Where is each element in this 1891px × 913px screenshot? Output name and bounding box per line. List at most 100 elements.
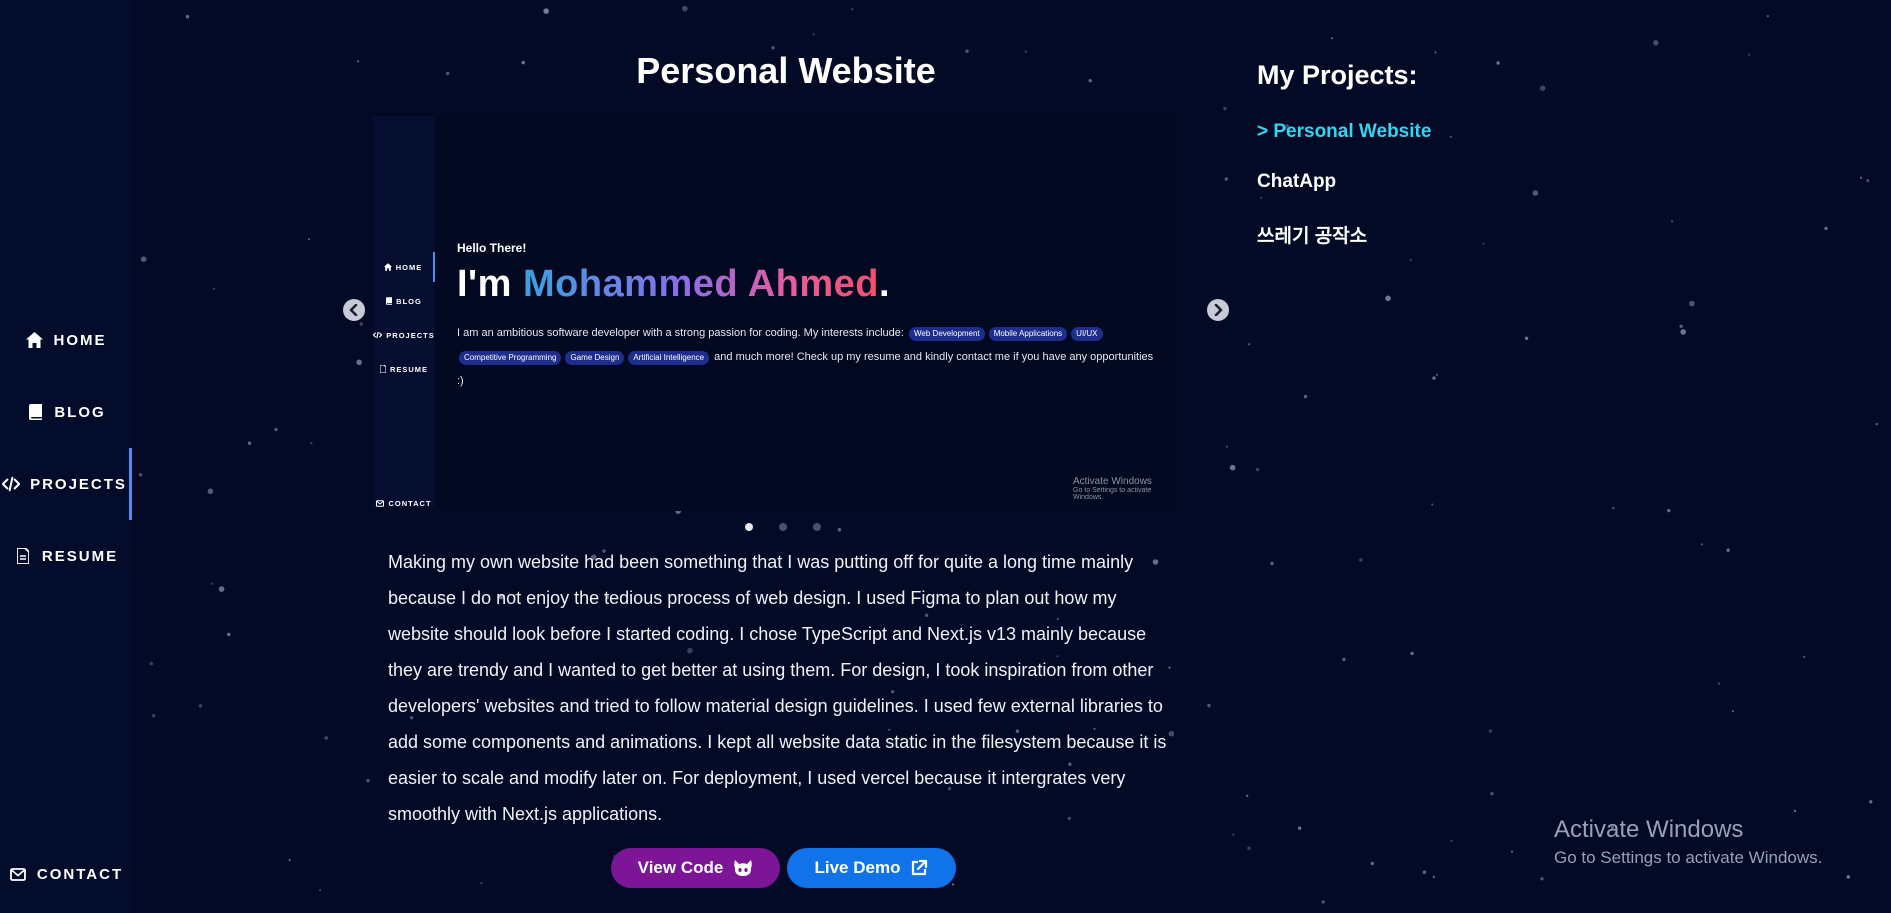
- home-icon: [26, 331, 44, 349]
- star: [218, 586, 225, 592]
- star: [207, 488, 214, 495]
- star: [152, 714, 156, 718]
- project-link-trash-workshop[interactable]: 쓰레기 공작소: [1257, 221, 1367, 248]
- star: [1434, 51, 1437, 54]
- star: [1496, 61, 1500, 65]
- preview-watermark-title: Activate Windows: [1073, 476, 1152, 487]
- interest-chip: Game Design: [565, 351, 625, 365]
- star: [1488, 729, 1493, 733]
- carousel-dot[interactable]: [745, 523, 753, 531]
- carousel-next-button[interactable]: [1207, 299, 1229, 321]
- star: [837, 528, 842, 532]
- star: [1671, 220, 1674, 223]
- star: [1088, 79, 1092, 83]
- nav-contact[interactable]: CONTACT: [0, 838, 132, 910]
- preview-bio: I am an ambitious software developer wit…: [457, 321, 1157, 393]
- preview-watermark-subtitle: Go to Settings to activate Windows.: [1073, 487, 1152, 501]
- view-code-button[interactable]: View Code: [611, 848, 780, 888]
- nav-home[interactable]: HOME: [0, 304, 132, 376]
- github-icon: [734, 860, 753, 876]
- star: [1718, 682, 1721, 685]
- star: [1803, 655, 1806, 658]
- star: [185, 15, 190, 19]
- star: [1432, 875, 1435, 879]
- star: [1321, 900, 1325, 904]
- sidebar: HOME BLOG PROJECTS RESUME CONTACT: [0, 0, 132, 913]
- star: [319, 889, 322, 892]
- star: [1297, 826, 1302, 830]
- star: [1260, 196, 1263, 199]
- interest-chip: Mobile Applications: [988, 327, 1068, 341]
- star: [1824, 226, 1828, 231]
- star: [851, 8, 854, 11]
- preview-nav-projects: PROJECTS: [373, 320, 435, 350]
- star: [198, 704, 203, 708]
- project-description: Making my own website had been something…: [388, 552, 1167, 824]
- star: [247, 441, 252, 445]
- star: [952, 883, 955, 886]
- star: [1860, 176, 1863, 179]
- live-demo-button[interactable]: Live Demo: [787, 848, 956, 888]
- nav-contact-label: CONTACT: [36, 865, 124, 883]
- preview-sidebar: HOME BLOG PROJECTS RESUME CONTACT: [373, 116, 435, 508]
- carousel-prev-button[interactable]: [343, 299, 365, 321]
- star: [1510, 850, 1514, 853]
- preview-nav-label: BLOG: [396, 296, 422, 306]
- project-link-chatapp[interactable]: ChatApp: [1257, 171, 1336, 193]
- star: [1359, 558, 1363, 562]
- preview-bio-outro: and much more! Check up my resume and ki…: [457, 351, 1154, 387]
- document-icon: [14, 547, 32, 565]
- nav-projects[interactable]: PROJECTS: [0, 448, 132, 520]
- star: [1331, 37, 1334, 40]
- star: [274, 427, 278, 432]
- star: [1726, 548, 1730, 552]
- preview-nav-contact: CONTACT: [373, 488, 435, 518]
- nav-resume[interactable]: RESUME: [0, 520, 132, 592]
- interest-chip: Web Development: [909, 327, 985, 341]
- star: [1422, 870, 1427, 874]
- chevron-right-icon: [1214, 304, 1223, 316]
- star: [1303, 394, 1308, 399]
- nav-blog[interactable]: BLOG: [0, 376, 132, 448]
- star: [1667, 508, 1671, 513]
- nav-blog-label: BLOG: [54, 403, 106, 421]
- preview-nav-label: PROJECTS: [386, 330, 435, 340]
- star: [1270, 561, 1274, 566]
- star: [1342, 657, 1346, 662]
- preview-name: Mohammed Ahmed: [522, 263, 880, 305]
- star: [682, 5, 688, 12]
- code-icon: [373, 331, 383, 339]
- project-title: Personal Website: [636, 50, 936, 91]
- carousel-dot[interactable]: [813, 523, 821, 531]
- star: [211, 582, 214, 585]
- preview-nav-label: HOME: [395, 262, 423, 272]
- star: [1247, 846, 1251, 850]
- star: [543, 8, 549, 14]
- star: [213, 287, 216, 290]
- star: [1875, 423, 1878, 426]
- external-link-icon: [912, 859, 928, 876]
- star: [1431, 503, 1434, 506]
- star: [1410, 651, 1414, 656]
- star: [1766, 15, 1769, 18]
- star: [1866, 178, 1870, 183]
- star: [1207, 703, 1211, 708]
- carousel-dot[interactable]: [779, 523, 787, 531]
- star: [1700, 543, 1703, 546]
- star: [308, 238, 311, 241]
- interest-chip: UI/UX: [1071, 327, 1103, 341]
- screenshot-carousel: HOME BLOG PROJECTS RESUME CONTACT Hello …: [343, 105, 1239, 525]
- star: [1450, 839, 1453, 842]
- preview-nav-label: CONTACT: [388, 498, 432, 508]
- preview-name-heading: I'm Mohammed Ahmed.: [457, 263, 890, 306]
- carousel-pagination: [745, 523, 821, 531]
- project-link-personal-website[interactable]: > Personal Website: [1257, 121, 1431, 143]
- star: [1612, 507, 1615, 510]
- book-icon: [26, 403, 44, 421]
- star: [1689, 300, 1695, 307]
- preview-nav-blog: BLOG: [373, 286, 435, 316]
- star: [1385, 295, 1391, 302]
- preview-nav-resume: RESUME: [373, 354, 435, 384]
- star: [446, 71, 450, 76]
- star: [356, 60, 360, 63]
